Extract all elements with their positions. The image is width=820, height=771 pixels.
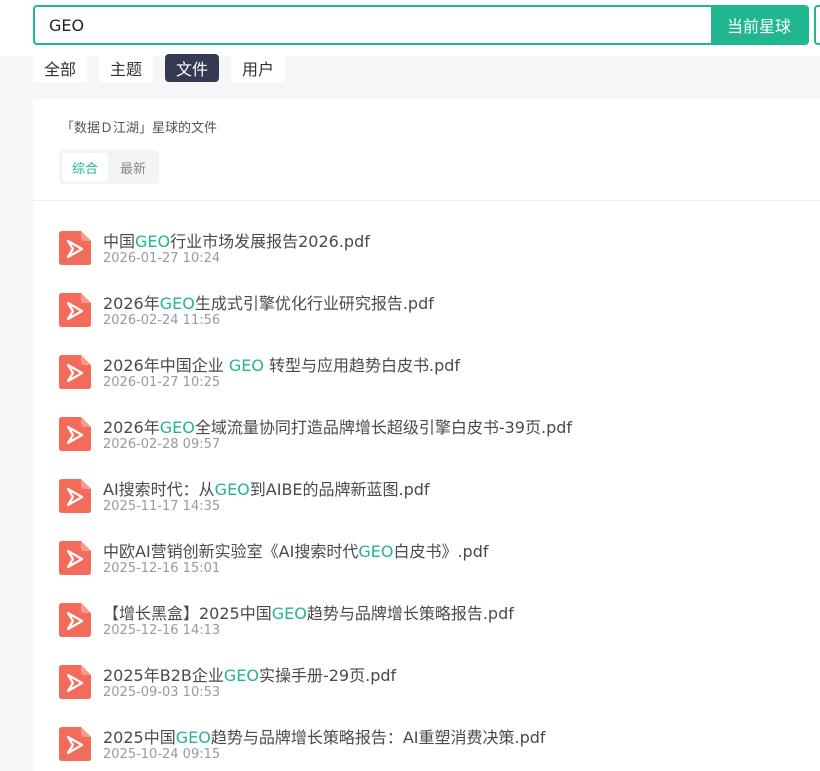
file-name[interactable]: 2026年中国企业 GEO 转型与应用趋势白皮书.pdf: [103, 352, 460, 376]
tab-all[interactable]: 全部: [33, 54, 88, 82]
file-date: 2025-10-24 09:15: [103, 747, 221, 762]
file-name[interactable]: AI搜索时代：从GEO到AIBE的品牌新蓝图.pdf: [103, 476, 430, 500]
sort-toggle: 综合 最新: [59, 150, 160, 184]
search-type-tabs: 全部 主题 文件 用户: [33, 54, 286, 84]
file-date: 2026-01-27 10:24: [103, 251, 221, 266]
tab-topics[interactable]: 主题: [99, 54, 154, 82]
file-date: 2026-02-24 11:56: [103, 313, 221, 328]
file-name[interactable]: 2026年GEO生成式引擎优化行业研究报告.pdf: [103, 290, 434, 314]
file-date: 2026-01-27 10:25: [103, 375, 221, 390]
file-date: 2026-02-28 09:57: [103, 437, 221, 452]
file-list-item[interactable]: 2025中国GEO趋势与品牌增长策略报告：AI重塑消费决策.pdf 2025-1…: [33, 711, 820, 771]
file-list-item[interactable]: 中国GEO行业市场发展报告2026.pdf 2026-01-27 10:24: [33, 215, 820, 277]
file-name[interactable]: 2025中国GEO趋势与品牌增长策略报告：AI重塑消费决策.pdf: [103, 724, 546, 748]
file-list-item[interactable]: 2026年中国企业 GEO 转型与应用趋势白皮书.pdf 2026-01-27 …: [33, 339, 820, 401]
file-date: 2025-11-17 14:35: [103, 499, 221, 514]
sort-comprehensive[interactable]: 综合: [62, 153, 109, 181]
search-scope-button-partial[interactable]: [814, 5, 820, 45]
pdf-file-icon: [59, 293, 91, 327]
search-current-planet-button[interactable]: 当前星球: [711, 7, 807, 43]
tab-users[interactable]: 用户: [231, 54, 286, 82]
file-list: 中国GEO行业市场发展报告2026.pdf 2026-01-27 10:24 2…: [33, 215, 820, 771]
file-list-item[interactable]: 2025年B2B企业GEO实操手册-29页.pdf 2025-09-03 10:…: [33, 649, 820, 711]
sort-latest[interactable]: 最新: [110, 153, 156, 181]
search-box: 当前星球: [33, 5, 809, 45]
file-date: 2025-09-03 10:53: [103, 685, 221, 700]
file-name[interactable]: 2025年B2B企业GEO实操手册-29页.pdf: [103, 662, 396, 686]
file-list-item[interactable]: 【增长黑盒】2025中国GEO趋势与品牌增长策略报告.pdf 2025-12-1…: [33, 587, 820, 649]
divider: [33, 200, 820, 201]
pdf-file-icon: [59, 355, 91, 389]
file-name[interactable]: 中国GEO行业市场发展报告2026.pdf: [103, 228, 370, 252]
pdf-file-icon: [59, 417, 91, 451]
pdf-file-icon: [59, 231, 91, 265]
file-list-item[interactable]: 2026年GEO全域流量协同打造品牌增长超级引擎白皮书-39页.pdf 2026…: [33, 401, 820, 463]
tab-files[interactable]: 文件: [165, 54, 220, 82]
pdf-file-icon: [59, 603, 91, 637]
file-list-item[interactable]: AI搜索时代：从GEO到AIBE的品牌新蓝图.pdf 2025-11-17 14…: [33, 463, 820, 525]
panel-title: 「数据Ｄ江湖」星球的文件: [61, 121, 218, 136]
pdf-file-icon: [59, 479, 91, 513]
file-date: 2025-12-16 14:13: [103, 623, 221, 638]
file-list-item[interactable]: 2026年GEO生成式引擎优化行业研究报告.pdf 2026-02-24 11:…: [33, 277, 820, 339]
file-list-item[interactable]: 中欧AI营销创新实验室《AI搜索时代GEO白皮书》.pdf 2025-12-16…: [33, 525, 820, 587]
pdf-file-icon: [59, 541, 91, 575]
file-name[interactable]: 2026年GEO全域流量协同打造品牌增长超级引擎白皮书-39页.pdf: [103, 414, 572, 438]
file-name[interactable]: 中欧AI营销创新实验室《AI搜索时代GEO白皮书》.pdf: [103, 538, 489, 562]
file-results-panel: 「数据Ｄ江湖」星球的文件 综合 最新 中国GEO行业市场发展报告2026.pdf…: [33, 99, 820, 771]
file-date: 2025-12-16 15:01: [103, 561, 221, 576]
pdf-file-icon: [59, 727, 91, 761]
pdf-file-icon: [59, 665, 91, 699]
top-bar: 当前星球: [0, 0, 820, 56]
file-name[interactable]: 【增长黑盒】2025中国GEO趋势与品牌增长策略报告.pdf: [103, 600, 514, 624]
search-input[interactable]: [35, 7, 711, 43]
